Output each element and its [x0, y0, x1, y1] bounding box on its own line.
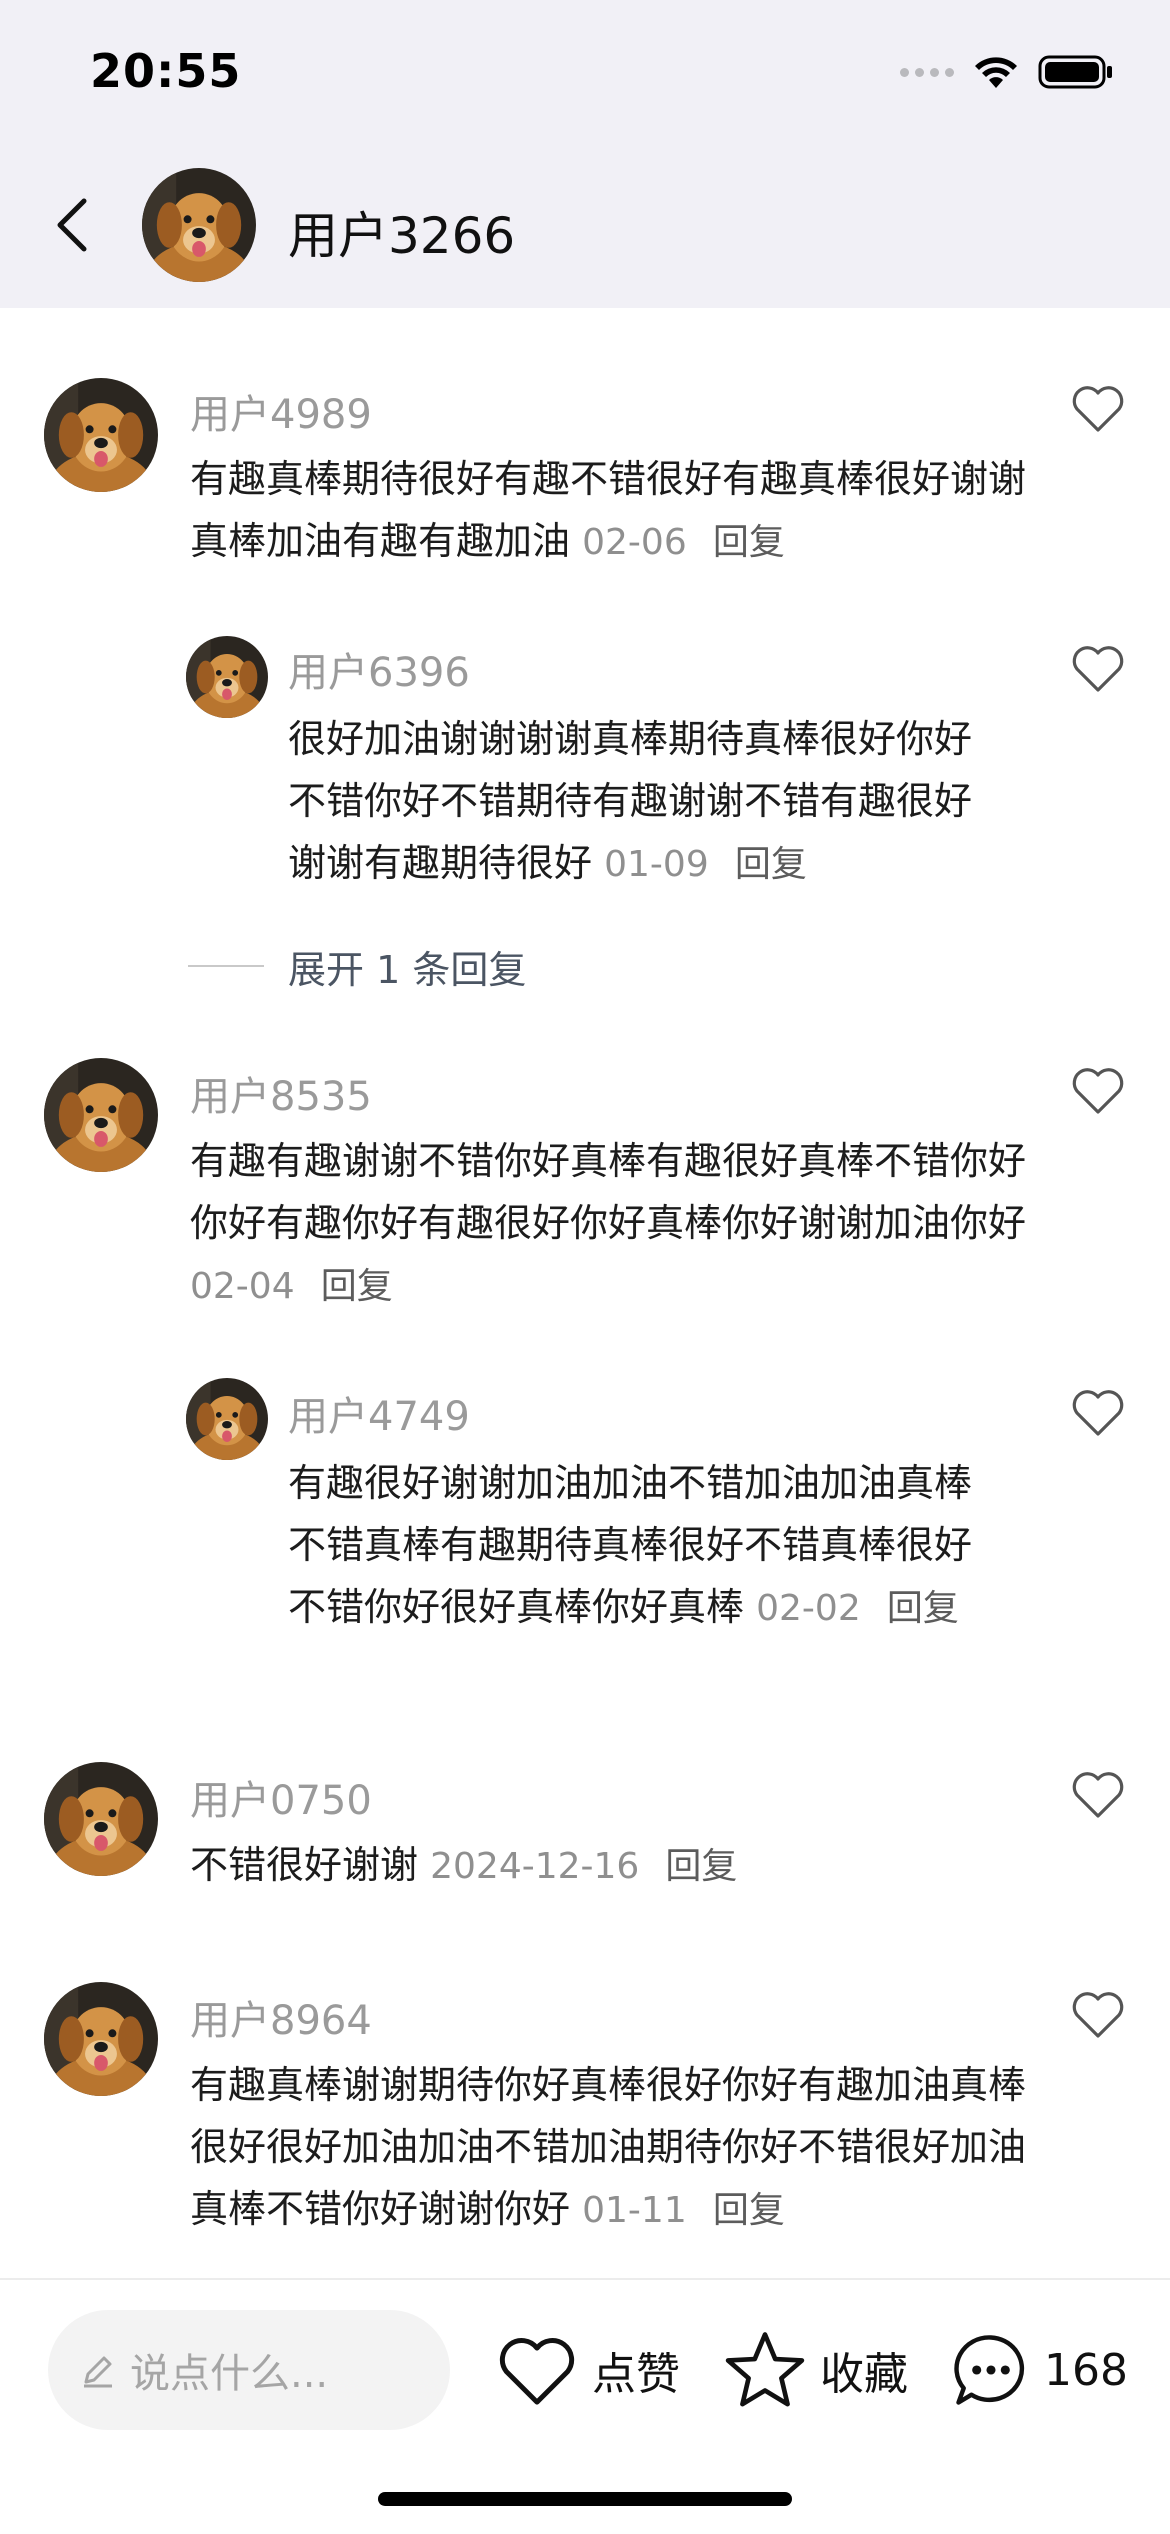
like-button[interactable]: [1070, 1988, 1126, 2040]
comment-username[interactable]: 用户6396: [288, 640, 470, 698]
battery-icon: [1038, 55, 1112, 89]
like-action-label: 点赞: [592, 2349, 680, 2400]
heart-icon: [499, 2338, 575, 2405]
comment-date: 01-09: [604, 844, 709, 885]
favorite-action-label: 收藏: [820, 2349, 908, 2400]
comment-date: 02-02: [756, 1588, 861, 1629]
reply-button[interactable]: 回复: [887, 1588, 959, 1629]
star-icon: [725, 2332, 805, 2407]
heart-icon: [1072, 1390, 1124, 1436]
comment-date: 01-11: [582, 2190, 687, 2231]
avatar[interactable]: [44, 1982, 158, 2096]
dog-avatar-icon: [186, 636, 268, 718]
comment-date: 2024-12-16: [430, 1846, 640, 1887]
status-time: 20:55: [90, 44, 242, 98]
comment-bubble-icon: [954, 2335, 1025, 2405]
dog-avatar-icon: [44, 1058, 158, 1172]
like-button[interactable]: [1070, 1768, 1126, 1820]
comment-input[interactable]: 说点什么...: [48, 2310, 450, 2430]
back-button[interactable]: [44, 190, 100, 260]
comment-text: 有趣真棒谢谢期待你好真棒很好你好有趣加油真棒很好很好加油加油不错加油期待你好不错…: [190, 2054, 1028, 2242]
avatar[interactable]: [186, 1378, 268, 1460]
page-title: 用户3266: [288, 207, 516, 265]
heart-icon: [1072, 386, 1124, 432]
dog-avatar-icon: [44, 1762, 158, 1876]
avatar[interactable]: [44, 1762, 158, 1876]
heart-icon: [1072, 646, 1124, 692]
avatar[interactable]: [44, 1058, 158, 1172]
divider: [188, 965, 264, 967]
like-button[interactable]: [1070, 642, 1126, 694]
comment-text: 不错很好谢谢 2024-12-16 回复: [190, 1834, 1028, 1898]
like-action-button[interactable]: 点赞: [496, 2332, 680, 2408]
reply-button[interactable]: 回复: [713, 2190, 785, 2231]
comment-username[interactable]: 用户8535: [190, 1064, 372, 1122]
like-button[interactable]: [1070, 1386, 1126, 1438]
heart-icon: [1072, 1068, 1124, 1114]
comment-username[interactable]: 用户4749: [288, 1384, 470, 1442]
chevron-left-icon: [57, 198, 87, 252]
comment-username[interactable]: 用户8964: [190, 1988, 372, 2046]
comment-count: 168: [1044, 2344, 1128, 2396]
like-button[interactable]: [1070, 1064, 1126, 1116]
comment-date: 02-04: [190, 1266, 295, 1307]
status-indicators: [900, 52, 1114, 92]
dog-avatar-icon: [142, 168, 256, 282]
reply-button[interactable]: 回复: [735, 844, 807, 885]
comment-text: 有趣很好谢谢加油加油不错加油加油真棒不错真棒有趣期待真棒很好不错真棒很好不错你好…: [288, 1452, 1008, 1640]
comment-username[interactable]: 用户0750: [190, 1768, 372, 1826]
header: 20:55 用户3266: [0, 0, 1170, 308]
comment-username[interactable]: 用户4989: [190, 382, 372, 440]
avatar[interactable]: [142, 168, 256, 282]
comment-count-button[interactable]: 168: [952, 2332, 1128, 2408]
comment-body: 有趣有趣谢谢不错你好真棒有趣很好真棒不错你好你好有趣你好有趣很好你好真棒你好谢谢…: [190, 1139, 1027, 1245]
comment-text: 有趣有趣谢谢不错你好真棒有趣很好真棒不错你好你好有趣你好有趣很好你好真棒你好谢谢…: [190, 1130, 1028, 1318]
signal-icon: [900, 67, 954, 77]
reply-button[interactable]: 回复: [665, 1846, 737, 1887]
expand-replies-label: 展开 1 条回复: [288, 947, 527, 992]
comment-body: 不错很好谢谢: [190, 1843, 419, 1887]
favorite-action-button[interactable]: 收藏: [724, 2332, 908, 2408]
reply-button[interactable]: 回复: [713, 522, 785, 563]
avatar[interactable]: [186, 636, 268, 718]
heart-icon: [1072, 1992, 1124, 2038]
pencil-icon: [84, 2356, 112, 2388]
expand-replies-button[interactable]: 展开 1 条回复: [188, 936, 526, 996]
comment-date: 02-06: [582, 522, 687, 563]
home-indicator[interactable]: [378, 2492, 792, 2506]
comment-text: 有趣真棒期待很好有趣不错很好有趣真棒很好谢谢真棒加油有趣有趣加油 02-06 回…: [190, 448, 1028, 574]
dog-avatar-icon: [44, 378, 158, 492]
comment-input-placeholder: 说点什么...: [130, 2351, 329, 2397]
like-button[interactable]: [1070, 382, 1126, 434]
comment-text: 很好加油谢谢谢谢真棒期待真棒很好你好不错你好不错期待有趣谢谢不错有趣很好谢谢有趣…: [288, 708, 1008, 896]
comment-body: 有趣很好谢谢加油加油不错加油加油真棒不错真棒有趣期待真棒很好不错真棒很好不错你好…: [288, 1461, 973, 1629]
dog-avatar-icon: [44, 1982, 158, 2096]
dog-avatar-icon: [186, 1378, 268, 1460]
heart-icon: [1072, 1772, 1124, 1818]
reply-button[interactable]: 回复: [321, 1266, 393, 1307]
wifi-icon: [975, 57, 1017, 88]
avatar[interactable]: [44, 378, 158, 492]
